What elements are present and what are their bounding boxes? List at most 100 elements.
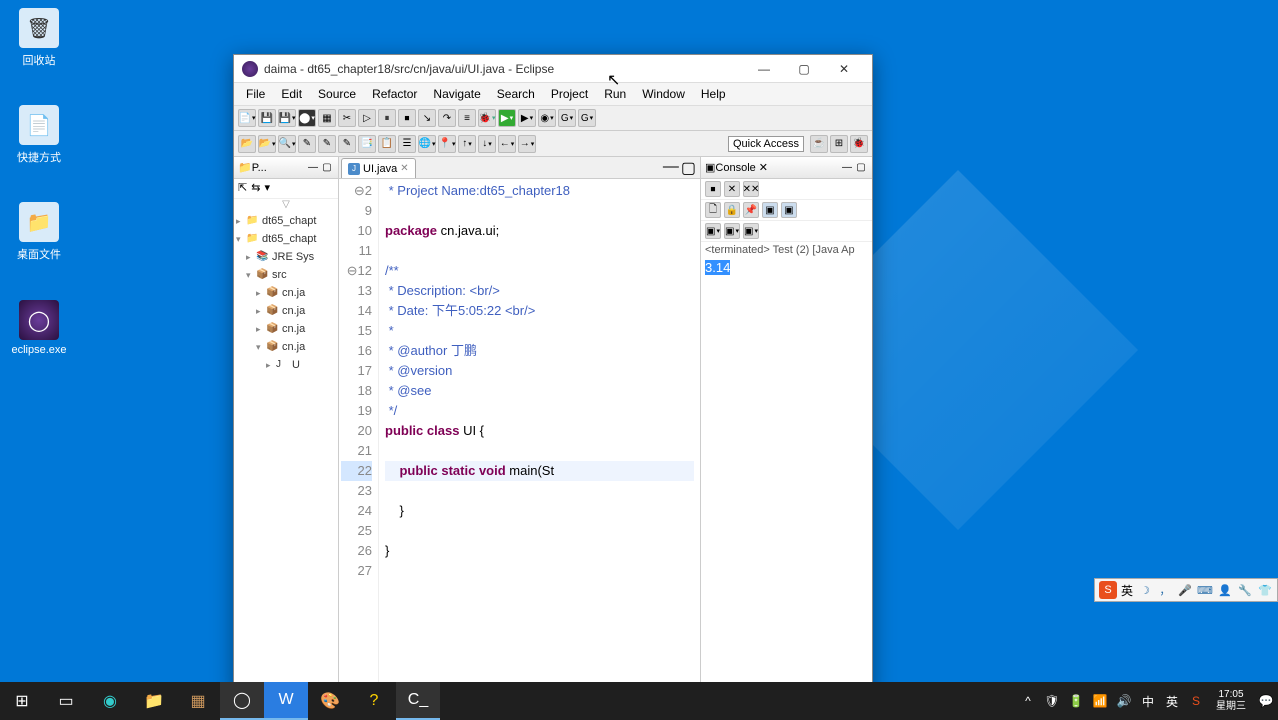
menu-search[interactable]: Search: [489, 85, 543, 103]
open-console-button[interactable]: ▣: [781, 202, 797, 218]
tree-item[interactable]: ▸📚JRE Sys: [236, 248, 336, 266]
show-console-button[interactable]: ▣: [762, 202, 778, 218]
tree-item[interactable]: ▸📦cn.ja: [236, 302, 336, 320]
search-button[interactable]: 🔍: [278, 135, 296, 153]
pane-tab-label[interactable]: P...: [252, 162, 267, 174]
tree-item[interactable]: ▾📁dt65_chapt: [236, 230, 336, 248]
view-menu-button[interactable]: ▾: [264, 181, 270, 196]
wps-task-button[interactable]: W: [264, 682, 308, 720]
ime-lang-label[interactable]: 英: [1121, 582, 1133, 599]
eclipse-task-button[interactable]: ◯: [220, 682, 264, 720]
notifications-icon[interactable]: 💬: [1256, 691, 1276, 711]
desktop-icon-eclipse[interactable]: ◯ eclipse.exe: [4, 300, 74, 356]
tasks-button[interactable]: 📋: [378, 135, 396, 153]
clear-console-button[interactable]: 🗋: [705, 202, 721, 218]
collapse-all-button[interactable]: ⇱: [238, 181, 247, 196]
minimize-button[interactable]: —: [744, 57, 784, 81]
save-button[interactable]: 💾: [258, 109, 276, 127]
edge-button[interactable]: ◉: [88, 682, 132, 720]
app1-button[interactable]: ▦: [176, 682, 220, 720]
console-output[interactable]: 3.14: [701, 258, 872, 693]
start-button[interactable]: ⊞: [0, 682, 44, 720]
stepinto-button[interactable]: ↘: [418, 109, 436, 127]
quick-access-field[interactable]: Quick Access: [728, 136, 804, 152]
taskview-button[interactable]: ▭: [44, 682, 88, 720]
remove-all-button[interactable]: ✕✕: [743, 181, 759, 197]
stepover-button[interactable]: ↷: [438, 109, 456, 127]
new-button[interactable]: 📄: [238, 109, 256, 127]
tray-sound-icon[interactable]: 🔊: [1114, 691, 1134, 711]
help-button[interactable]: ?: [352, 682, 396, 720]
tree-item[interactable]: ▸📁dt65_chapt: [236, 212, 336, 230]
prev-ann-button[interactable]: ✎: [338, 135, 356, 153]
forward-button[interactable]: →: [518, 135, 536, 153]
maximize-view-button[interactable]: ▢: [320, 161, 334, 175]
code-area[interactable]: * Project Name:dt65_chapter18 package cn…: [379, 179, 700, 693]
tree-item[interactable]: ▸📦cn.ja: [236, 284, 336, 302]
editor-tab-ui[interactable]: J UI.java ✕: [341, 158, 416, 178]
open-type-button[interactable]: 📂: [238, 135, 256, 153]
desktop-icon-shortcut[interactable]: 📄 快捷方式: [4, 105, 74, 165]
explorer-button[interactable]: 📁: [132, 682, 176, 720]
perspective-debug-button[interactable]: 🐞: [850, 135, 868, 153]
close-console-button[interactable]: ✕: [759, 161, 768, 174]
debug-button[interactable]: 🐞: [478, 109, 496, 127]
build-button[interactable]: ⬤: [298, 109, 316, 127]
desktop-icon-recycle[interactable]: 🗑 回收站: [4, 8, 74, 68]
console-maximize-button[interactable]: ▢: [854, 161, 868, 175]
close-button[interactable]: ✕: [824, 57, 864, 81]
wrench-icon[interactable]: 🔧: [1237, 582, 1253, 598]
tray-sogou-icon[interactable]: S: [1186, 691, 1206, 711]
comma-icon[interactable]: ，: [1157, 582, 1173, 598]
annotate-button[interactable]: ✎: [298, 135, 316, 153]
minimize-view-button[interactable]: —: [306, 161, 320, 175]
ime-toolbar[interactable]: S 英 ☽ ， 🎤 ⌨ 👤 🔧 👕: [1094, 578, 1278, 602]
remove-launch-button[interactable]: ✕: [724, 181, 740, 197]
tray-ime-en-icon[interactable]: 英: [1162, 691, 1182, 711]
outline-button[interactable]: ☰: [398, 135, 416, 153]
shirt-icon[interactable]: 👕: [1257, 582, 1273, 598]
toggle-button[interactable]: ▦: [318, 109, 336, 127]
skip-button[interactable]: ✂: [338, 109, 356, 127]
tray-wifi-icon[interactable]: 📶: [1090, 691, 1110, 711]
tree-item[interactable]: ▾📦cn.ja: [236, 338, 336, 356]
tree-item[interactable]: ▸JU: [236, 356, 336, 374]
run-last-button[interactable]: ▶: [518, 109, 536, 127]
cmd-button[interactable]: C_: [396, 682, 440, 720]
resume-button[interactable]: ▷: [358, 109, 376, 127]
newclass-button[interactable]: G: [558, 109, 576, 127]
link-editor-button[interactable]: ⇆: [251, 181, 260, 196]
terminate-console-button[interactable]: ⏹: [705, 181, 721, 197]
back-button[interactable]: ←: [498, 135, 516, 153]
open-task-button[interactable]: 📂: [258, 135, 276, 153]
menu-help[interactable]: Help: [693, 85, 734, 103]
perspective-java-button[interactable]: ☕: [810, 135, 828, 153]
package-tree[interactable]: ▸📁dt65_chapt▾📁dt65_chapt▸📚JRE Sys▾📦src▸📦…: [234, 210, 338, 376]
sogou-icon[interactable]: S: [1099, 581, 1117, 599]
run-button[interactable]: ▶: [498, 109, 516, 127]
tray-ime-zh-icon[interactable]: 中: [1138, 691, 1158, 711]
tray-up-icon[interactable]: ^: [1018, 691, 1038, 711]
local-button[interactable]: 🌐: [418, 135, 436, 153]
up-button[interactable]: ↑: [458, 135, 476, 153]
terminate-button[interactable]: ⏹: [398, 109, 416, 127]
coverage-button[interactable]: ◉: [538, 109, 556, 127]
tray-battery-icon[interactable]: 🔋: [1066, 691, 1086, 711]
tray-shield-icon[interactable]: 🛡: [1042, 691, 1062, 711]
next-ann-button[interactable]: ✎: [318, 135, 336, 153]
menu-refactor[interactable]: Refactor: [364, 85, 425, 103]
mark-button[interactable]: 📑: [358, 135, 376, 153]
tree-item[interactable]: ▾📦src: [236, 266, 336, 284]
perspective-open-button[interactable]: ⊞: [830, 135, 848, 153]
console-minimize-button[interactable]: —: [840, 161, 854, 175]
menu-file[interactable]: File: [238, 85, 273, 103]
scroll-lock-button[interactable]: 🔒: [724, 202, 740, 218]
titlebar[interactable]: daima - dt65_chapter18/src/cn/java/ui/UI…: [234, 55, 872, 83]
down-button[interactable]: ↓: [478, 135, 496, 153]
menu-window[interactable]: Window: [634, 85, 693, 103]
newpackage-button[interactable]: G: [578, 109, 596, 127]
menu-run[interactable]: Run: [596, 85, 634, 103]
maximize-button[interactable]: ▢: [784, 57, 824, 81]
pin-button[interactable]: 📍: [438, 135, 456, 153]
moon-icon[interactable]: ☽: [1137, 582, 1153, 598]
